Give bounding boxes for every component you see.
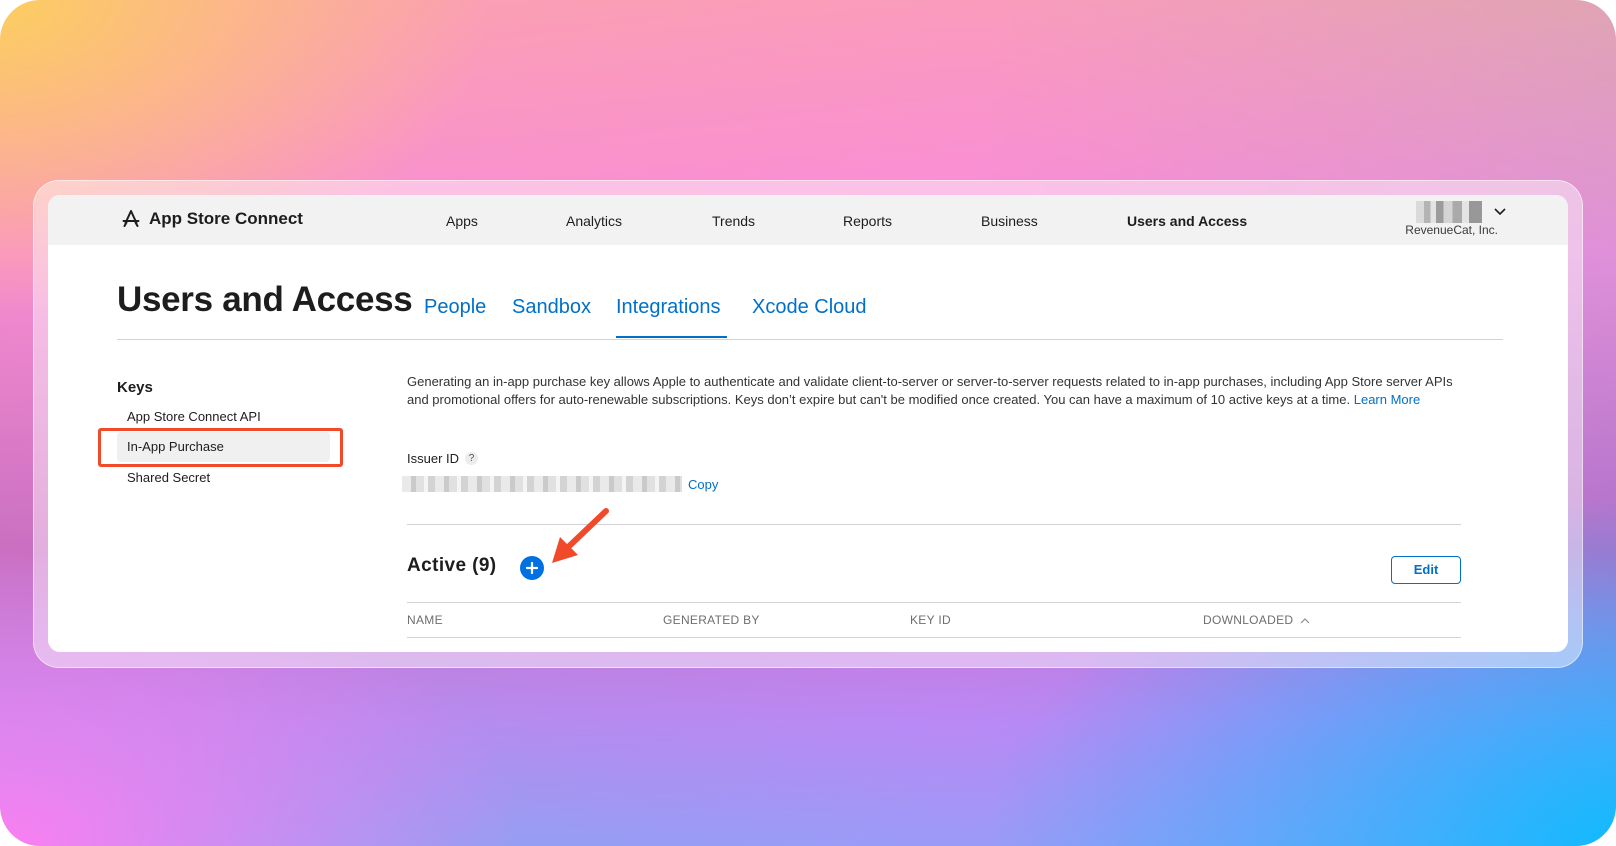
column-header-generated-by[interactable]: GENERATED BY	[663, 613, 760, 627]
account-menu[interactable]: RevenueCat, Inc.	[1388, 199, 1518, 239]
tab-sandbox[interactable]: Sandbox	[512, 296, 591, 319]
table-header-border	[407, 637, 1461, 638]
nav-analytics[interactable]: Analytics	[566, 213, 622, 229]
tab-people[interactable]: People	[424, 296, 486, 319]
table-top-border	[407, 602, 1461, 603]
sidebar-heading: Keys	[117, 379, 153, 396]
column-header-downloaded[interactable]: DOWNLOADED	[1203, 613, 1310, 627]
help-icon[interactable]: ?	[465, 452, 479, 465]
active-keys-heading: Active (9)	[407, 555, 497, 576]
edit-button[interactable]: Edit	[1391, 556, 1461, 584]
tabs-divider	[117, 339, 1503, 340]
tab-integrations[interactable]: Integrations	[616, 296, 721, 319]
issuer-id-label-text: Issuer ID	[407, 451, 460, 466]
highlight-annotation-box	[98, 428, 343, 467]
column-header-key-id[interactable]: KEY ID	[910, 613, 951, 627]
description-text: Generating an in-app purchase key allows…	[407, 374, 1453, 407]
add-key-button[interactable]	[520, 556, 544, 580]
app-window: App Store Connect Apps Analytics Trends …	[48, 195, 1568, 652]
arrow-annotation-icon	[552, 508, 609, 563]
plus-icon	[526, 562, 538, 574]
column-header-name[interactable]: NAME	[407, 613, 443, 627]
sidebar-item-shared-secret[interactable]: Shared Secret	[117, 463, 330, 493]
active-tab-indicator	[616, 336, 727, 338]
nav-users-and-access[interactable]: Users and Access	[1127, 213, 1247, 229]
sort-ascending-icon	[1300, 618, 1310, 624]
learn-more-link[interactable]: Learn More	[1354, 392, 1420, 407]
organization-name: RevenueCat, Inc.	[1405, 223, 1498, 237]
top-navigation-bar: App Store Connect Apps Analytics Trends …	[48, 195, 1568, 245]
tab-xcode-cloud[interactable]: Xcode Cloud	[752, 296, 867, 319]
app-store-icon	[122, 210, 140, 227]
nav-trends[interactable]: Trends	[712, 213, 755, 229]
nav-reports[interactable]: Reports	[843, 213, 892, 229]
page-title: Users and Access	[117, 280, 413, 319]
chevron-down-icon[interactable]	[1494, 203, 1506, 219]
nav-apps[interactable]: Apps	[446, 213, 478, 229]
nav-business[interactable]: Business	[981, 213, 1038, 229]
issuer-id-label: Issuer ID ?	[407, 451, 479, 466]
app-name: App Store Connect	[149, 209, 303, 228]
column-header-downloaded-label: DOWNLOADED	[1203, 613, 1294, 627]
redacted-user-name	[1416, 201, 1482, 223]
app-logo[interactable]: App Store Connect	[121, 209, 303, 229]
redacted-issuer-id	[402, 476, 682, 492]
copy-issuer-id-link[interactable]: Copy	[688, 477, 718, 492]
description: Generating an in-app purchase key allows…	[407, 373, 1467, 409]
